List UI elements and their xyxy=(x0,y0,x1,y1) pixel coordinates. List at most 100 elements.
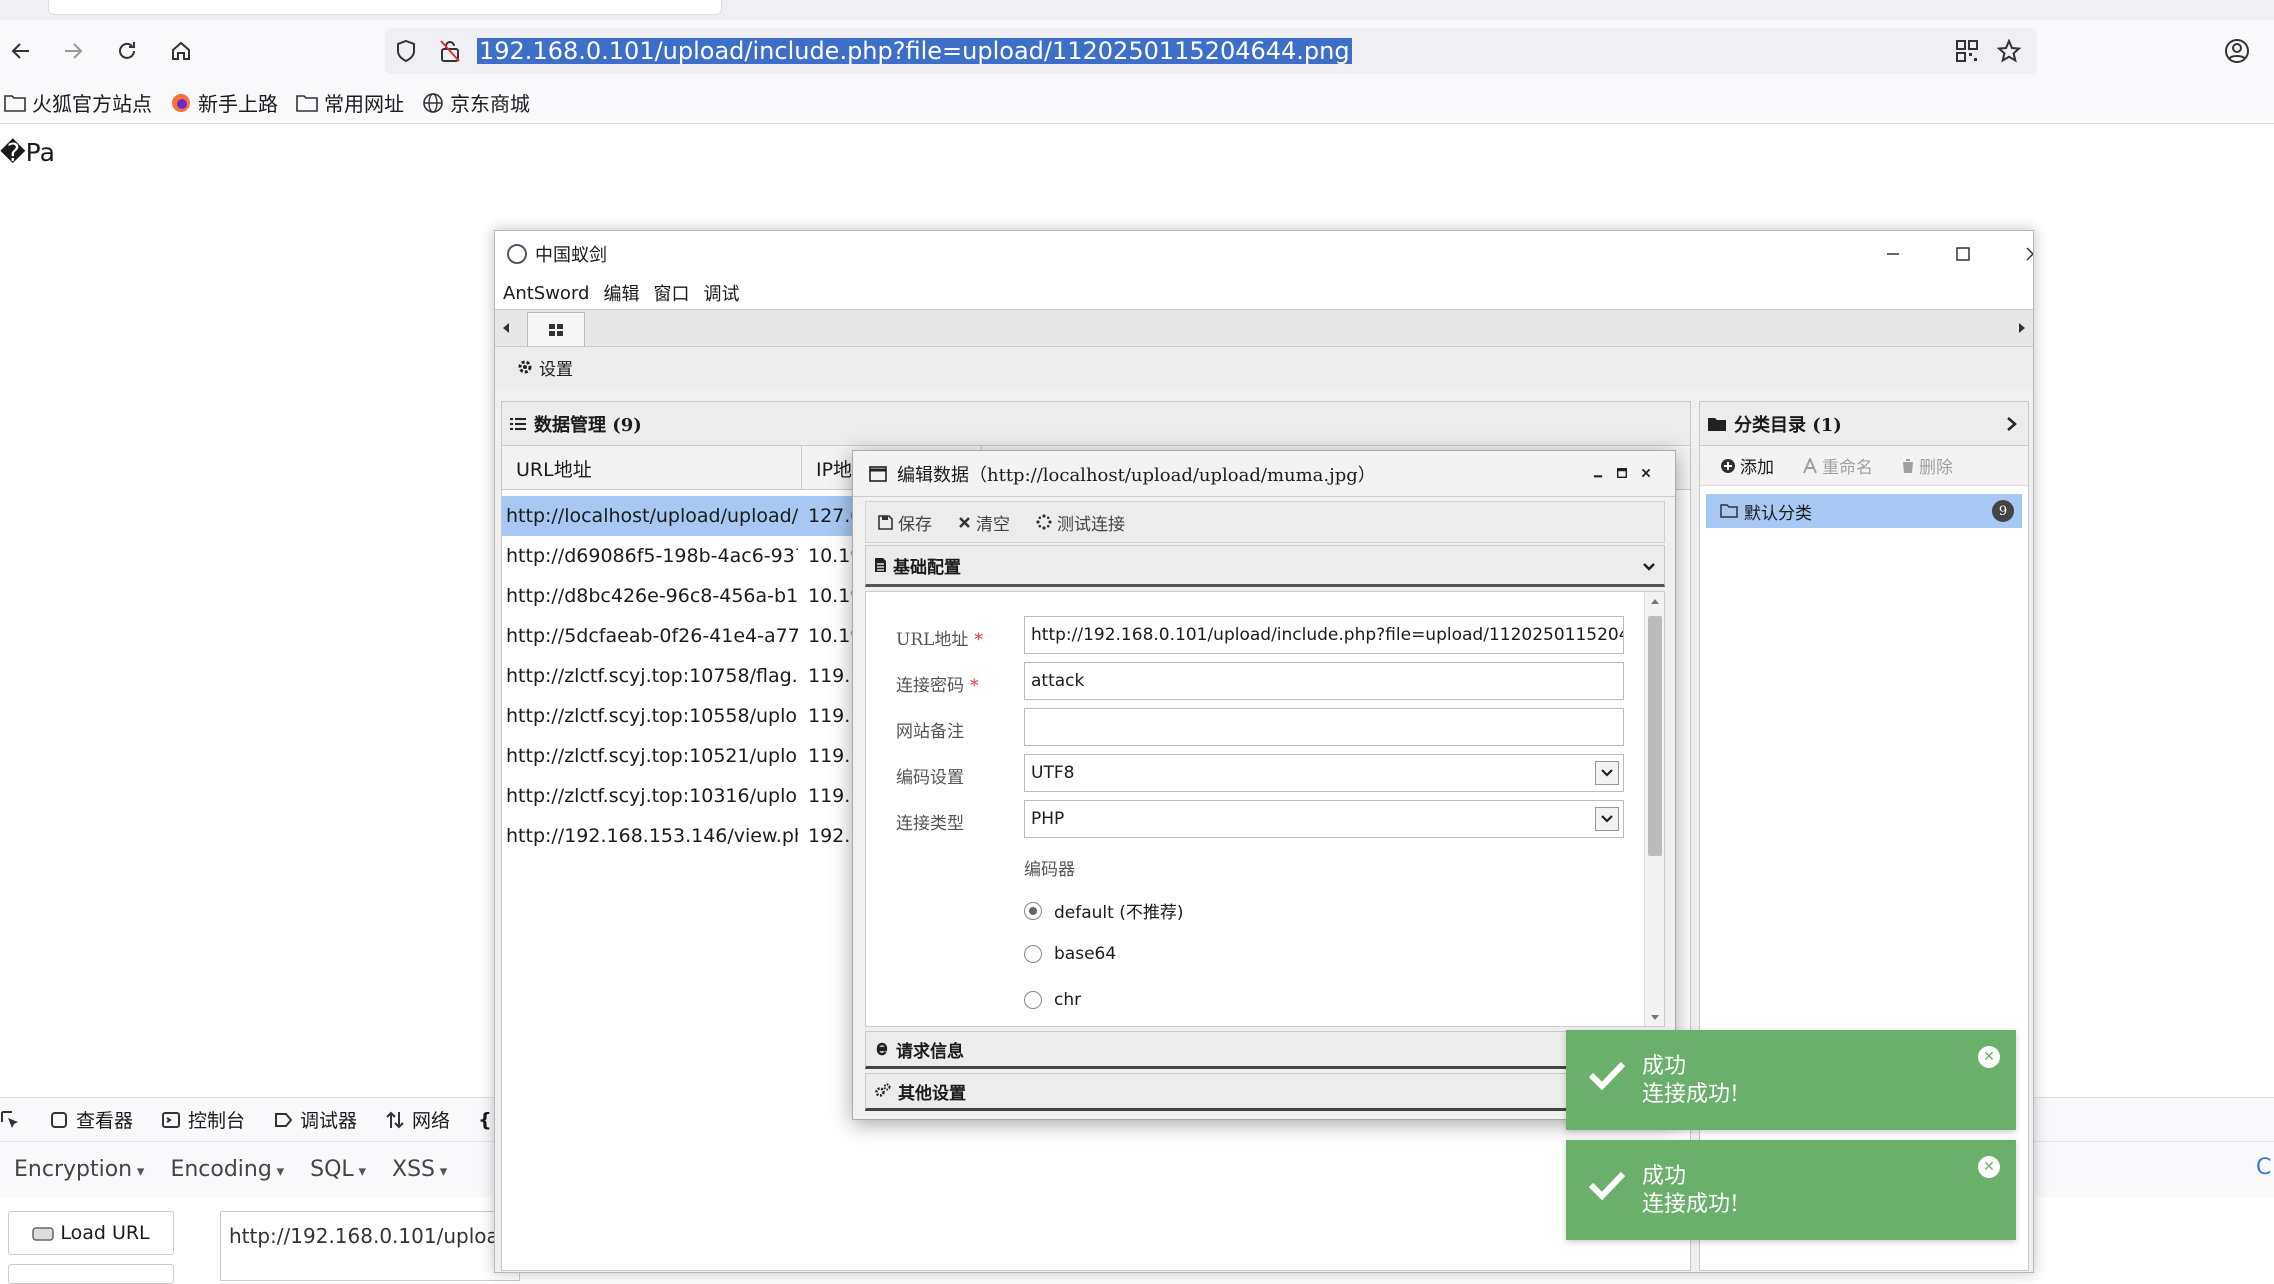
account-icon[interactable] xyxy=(2218,32,2256,70)
home-icon[interactable] xyxy=(162,32,200,70)
bookmark-item[interactable]: 京东商城 xyxy=(422,88,530,117)
bookmark-item[interactable]: 新手上路 xyxy=(170,88,278,117)
forward-icon[interactable] xyxy=(54,32,92,70)
font-icon xyxy=(1803,457,1817,473)
row-url: http://zlctf.scyj.top:10521/upload xyxy=(506,745,798,767)
encoder-radio-base64[interactable]: base64 xyxy=(1024,944,1116,964)
table-row[interactable]: http://zlctf.scyj.top:10758/flag.ph 119.1 xyxy=(502,656,862,696)
radio-label: base64 xyxy=(1054,944,1117,964)
close-icon[interactable]: ✕ xyxy=(1978,1046,2000,1068)
shield-icon[interactable] xyxy=(395,39,417,63)
tab-inspector[interactable]: 查看器 xyxy=(49,1106,133,1133)
add-category-button[interactable]: 添加 xyxy=(1720,453,1774,478)
section-other-settings[interactable]: 其他设置 xyxy=(865,1073,1665,1111)
maximize-icon[interactable] xyxy=(1617,463,1637,483)
row-ip: 10.19 xyxy=(808,585,858,607)
tab-debugger[interactable]: 调试器 xyxy=(273,1106,357,1133)
button-label: 添加 xyxy=(1740,458,1774,478)
column-url[interactable]: URL地址 xyxy=(502,446,802,490)
picker-icon[interactable] xyxy=(0,1110,27,1130)
rename-category-button[interactable]: 重命名 xyxy=(1802,453,1873,478)
tab-network[interactable]: 网络 xyxy=(385,1106,450,1133)
close-icon[interactable] xyxy=(2003,239,2033,269)
url-text[interactable]: 192.168.0.101/upload/include.php?file=up… xyxy=(477,38,1352,64)
delete-category-button[interactable]: 删除 xyxy=(1901,453,1953,478)
category-item-default[interactable]: 默认分类 9 xyxy=(1706,494,2022,528)
menu-edit[interactable]: 编辑 xyxy=(603,280,639,306)
table-row[interactable]: http://d8bc426e-96c8-456a-b15d- 10.19 xyxy=(502,576,862,616)
label-text: URL地址 xyxy=(896,630,969,650)
encoding-menu[interactable]: Encoding xyxy=(170,1157,284,1182)
reload-icon[interactable] xyxy=(108,32,146,70)
row-url: http://5dcfaeab-0f26-41e4-a771-5 xyxy=(506,625,798,647)
table-row[interactable]: http://zlctf.scyj.top:10558/upload 119.1 xyxy=(502,696,862,736)
bookmark-item[interactable]: 常用网址 xyxy=(296,88,404,117)
encryption-menu[interactable]: Encryption xyxy=(14,1157,144,1182)
menu-window[interactable]: 窗口 xyxy=(653,280,689,306)
globe-icon xyxy=(423,92,443,113)
menu-debug[interactable]: 调试 xyxy=(703,280,739,306)
save-button[interactable]: 保存 xyxy=(878,510,932,535)
chevron-down-icon[interactable] xyxy=(1595,761,1619,785)
xss-menu[interactable]: XSS xyxy=(392,1157,447,1182)
table-row[interactable]: http://192.168.153.146/view.php? 192.1 xyxy=(502,816,862,856)
test-connection-button[interactable]: 测试连接 xyxy=(1036,510,1125,535)
load-url-button[interactable]: Load URL xyxy=(8,1211,174,1255)
hackbar-url-input[interactable]: http://192.168.0.101/upload/i xyxy=(220,1211,520,1281)
button-label: 删除 xyxy=(1919,458,1953,478)
table-row[interactable]: http://5dcfaeab-0f26-41e4-a771-5 10.19 xyxy=(502,616,862,656)
table-row[interactable]: http://zlctf.scyj.top:10316/upload 119.1 xyxy=(502,776,862,816)
clear-button[interactable]: 清空 xyxy=(958,510,1010,535)
settings-bar[interactable]: 设置 xyxy=(495,347,2033,387)
tab-label: 控制台 xyxy=(188,1110,246,1132)
chevron-down-icon[interactable] xyxy=(1595,807,1619,831)
home-tab[interactable] xyxy=(527,312,585,346)
network-icon xyxy=(386,1111,404,1128)
scroll-right-icon[interactable] xyxy=(2017,322,2027,334)
sql-menu[interactable]: SQL xyxy=(310,1157,366,1182)
insecure-lock-icon[interactable] xyxy=(439,39,461,63)
scroll-left-icon[interactable] xyxy=(501,322,511,334)
chevron-right-icon[interactable] xyxy=(2006,416,2018,432)
password-input[interactable]: attack xyxy=(1024,662,1624,700)
close-icon[interactable] xyxy=(1641,463,1661,483)
back-icon[interactable] xyxy=(2,32,40,70)
encoder-radio-chr[interactable]: chr xyxy=(1024,990,1081,1010)
section-label: 请求信息 xyxy=(896,1041,964,1062)
menu-antsword[interactable]: AntSword xyxy=(503,283,589,304)
scroll-up-icon[interactable] xyxy=(1650,598,1660,605)
radio-button[interactable] xyxy=(1024,945,1042,963)
section-request-info[interactable]: 请求信息 xyxy=(865,1031,1665,1069)
form-scrollbar[interactable] xyxy=(1644,592,1664,1026)
url-bar[interactable]: 192.168.0.101/upload/include.php?file=up… xyxy=(385,28,2037,74)
section-basic-config[interactable]: 基础配置 xyxy=(865,545,1665,587)
scroll-thumb[interactable] xyxy=(1648,616,1662,856)
file-icon xyxy=(875,558,886,572)
chevron-down-icon[interactable] xyxy=(1642,562,1656,572)
radio-button[interactable] xyxy=(1024,991,1042,1009)
hackbar-right-menu[interactable]: C xyxy=(2256,1155,2271,1180)
dialog-toolbar: 保存 清空 测试连接 xyxy=(865,501,1665,543)
minimize-icon[interactable] xyxy=(1863,239,1923,269)
maximize-icon[interactable] xyxy=(1933,239,1993,269)
encoding-select[interactable]: UTF8 xyxy=(1024,754,1624,792)
note-input[interactable] xyxy=(1024,708,1624,746)
bookmark-star-icon[interactable] xyxy=(1997,39,2021,63)
close-icon[interactable]: ✕ xyxy=(1978,1156,2000,1178)
debugger-icon xyxy=(275,1112,293,1127)
radio-button[interactable] xyxy=(1024,901,1042,920)
bookmark-item[interactable]: 火狐官方站点 xyxy=(4,88,152,117)
table-row[interactable]: http://zlctf.scyj.top:10521/upload 119.1 xyxy=(502,736,862,776)
browser-tab[interactable] xyxy=(48,0,722,15)
table-row[interactable]: http://d69086f5-198b-4ac6-937c- 10.19 xyxy=(502,536,862,576)
minimize-icon[interactable] xyxy=(1593,463,1613,483)
url-input[interactable]: http://192.168.0.101/upload/include.php?… xyxy=(1024,616,1624,654)
scroll-down-icon[interactable] xyxy=(1650,1014,1660,1021)
connection-type-select[interactable]: PHP xyxy=(1024,800,1624,838)
split-url-button[interactable] xyxy=(8,1264,174,1284)
qr-code-icon[interactable] xyxy=(1955,39,1979,63)
encoder-radio-default[interactable]: default (不推荐) xyxy=(1024,898,1183,923)
grid-icon xyxy=(549,323,563,336)
table-row[interactable]: http://localhost/upload/upload/muma.jpg 1… xyxy=(502,496,862,536)
tab-console[interactable]: 控制台 xyxy=(161,1106,245,1133)
